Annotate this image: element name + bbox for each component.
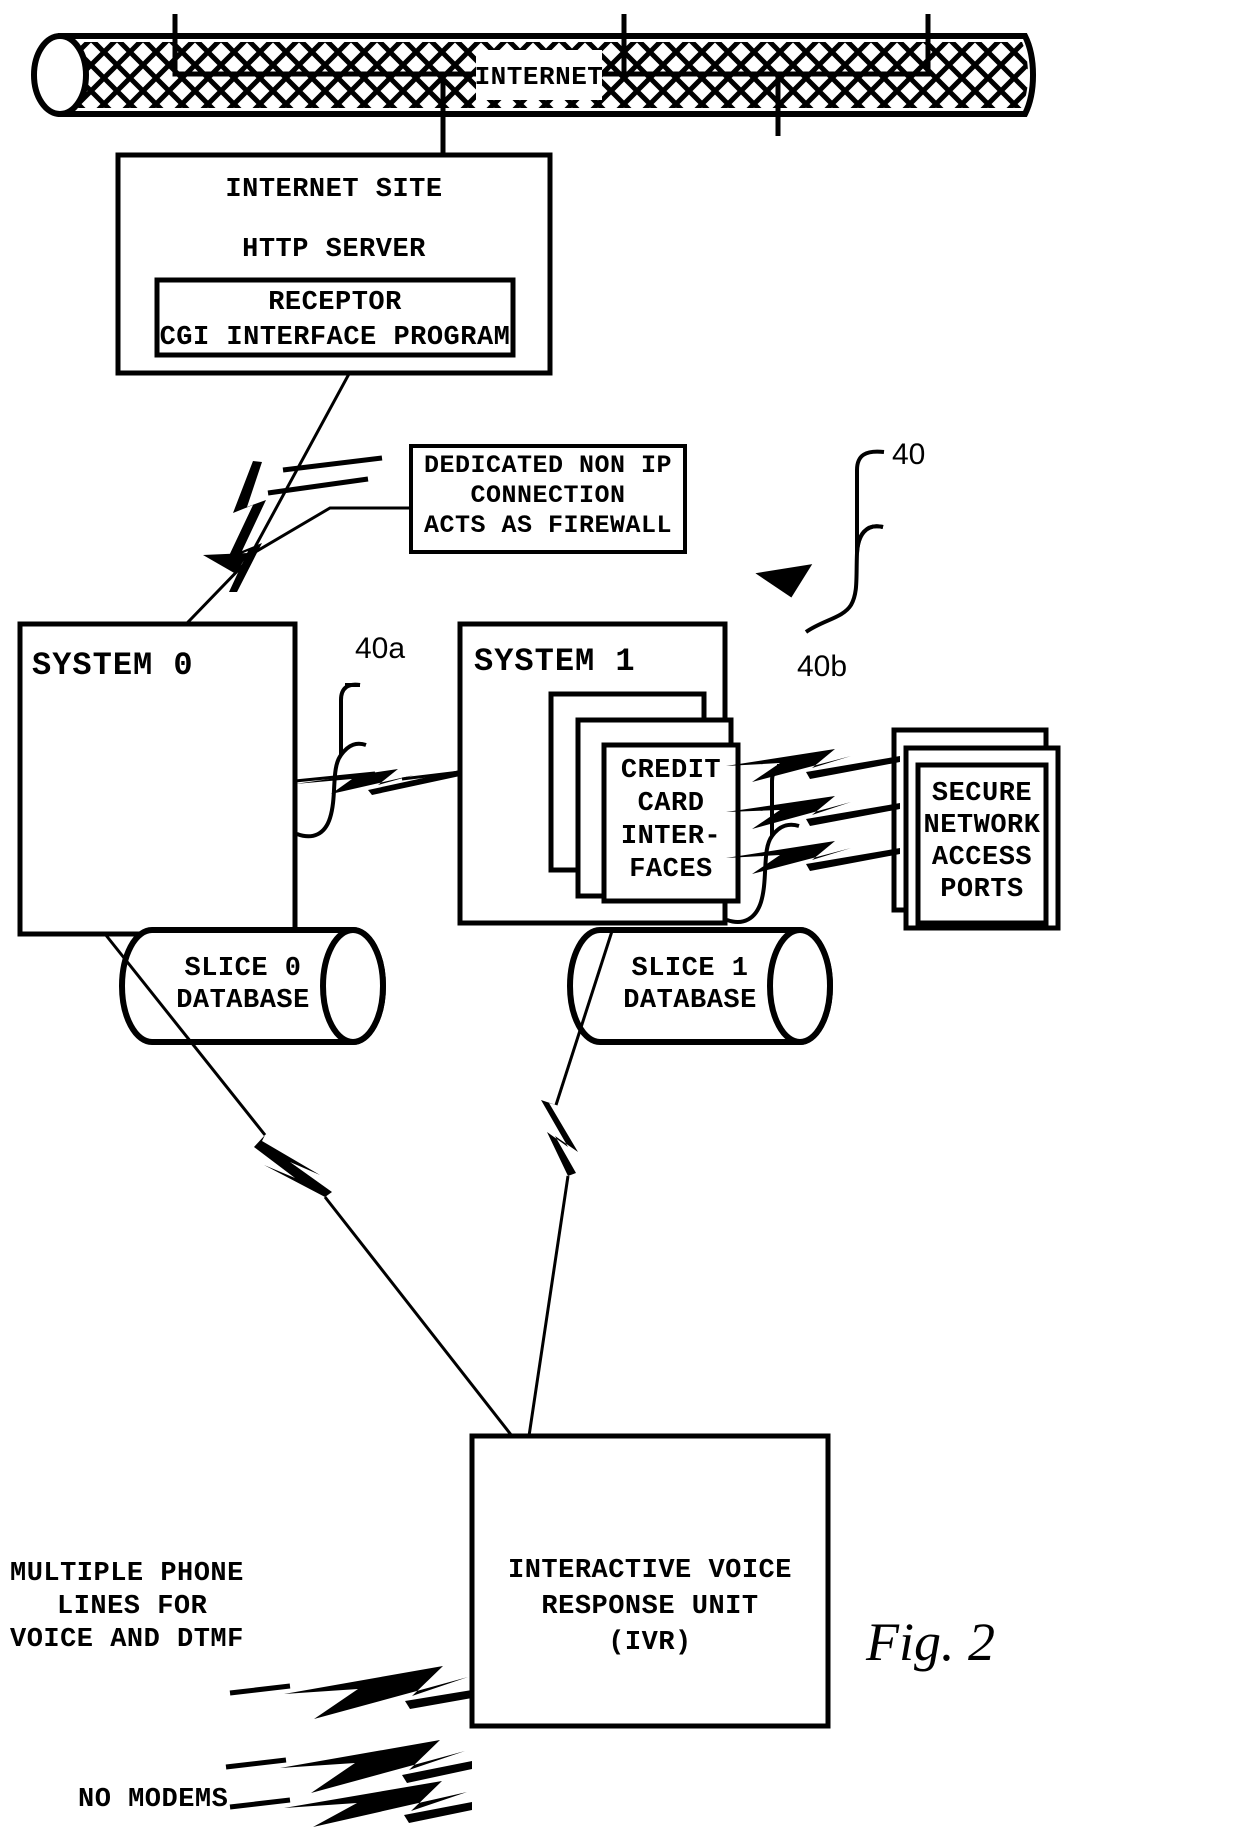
ref-40b-callout: 40b [726,650,847,924]
secure-ports-line3: ACCESS [932,843,1032,873]
firewall-note-line1: DEDICATED NON IP [424,451,672,480]
ref-40-label: 40 [892,438,925,471]
link-credit-card-to-secure-ports [726,749,900,874]
ivr-line2: RESPONSE UNIT [541,1592,758,1622]
firewall-note-line3: ACTS AS FIREWALL [424,511,672,540]
phone-lines-line3: VOICE AND DTMF [10,1625,244,1655]
credit-card-line2: CARD [638,789,705,819]
ref-40-callout: 40 [755,438,925,634]
internet-site-node: INTERNET SITE HTTP SERVER RECEPTOR CGI I… [115,152,553,376]
internet-site-line2: HTTP SERVER [242,235,426,265]
ref-40b-label: 40b [797,650,847,683]
slice1-db-line2: DATABASE [623,986,757,1016]
phone-lines-line1: MULTIPLE PHONE [10,1559,244,1589]
phone-lines-annotation: MULTIPLE PHONE LINES FOR VOICE AND DTMF … [10,1559,244,1815]
no-modems-label: NO MODEMS [78,1785,228,1815]
patent-figure-2: INTERNET INTERNET SITE HTTP SERVER RECEP… [0,0,1240,1827]
internet-label-text: INTERNET [475,62,604,92]
slice1-db-right-cap [767,927,833,1045]
credit-card-line3: INTER- [621,822,721,852]
credit-card-line4: FACES [629,855,713,885]
ivr-line1: INTERACTIVE VOICE [508,1556,792,1586]
ref-40a-callout: 40a [296,632,405,839]
system1-title: SYSTEM 1 [474,643,636,680]
cgi-interface-program-label: CGI INTERFACE PROGRAM [160,323,511,353]
secure-ports-line1: SECURE [932,779,1032,809]
link-system0-system1 [294,769,461,795]
slice0-db-right-cap [320,927,386,1045]
system0-title: SYSTEM 0 [32,647,194,684]
link-server-to-system0 [161,371,383,650]
receptor-label: RECEPTOR [268,288,402,318]
slice1-db-line1: SLICE 1 [632,954,749,984]
system1-node: SYSTEM 1 CREDIT CARD INTER- FACES [457,621,741,926]
ivr-line3: (IVR) [608,1628,692,1658]
phone-lines-line2: LINES FOR [57,1592,208,1622]
figure-canvas: INTERNET INTERNET SITE HTTP SERVER RECEP… [10,14,1061,1827]
slice0-database-node: SLICE 0 DATABASE [119,927,386,1045]
secure-ports-line2: NETWORK [924,811,1041,841]
internet-site-line1: INTERNET SITE [225,175,442,205]
link-phone-lines-to-ivr [225,1666,472,1827]
system0-node: SYSTEM 0 [17,621,298,937]
slice1-database-node: SLICE 1 DATABASE [567,927,833,1045]
firewall-note-line2: CONNECTION [470,481,625,510]
secure-ports-line4: PORTS [940,875,1024,905]
credit-card-line1: CREDIT [621,756,721,786]
ivr-node: INTERACTIVE VOICE RESPONSE UNIT (IVR) [469,1433,831,1729]
ref-40a-label: 40a [355,632,405,665]
internet-label: INTERNET [475,50,604,100]
slice0-db-line1: SLICE 0 [185,954,302,984]
figure-label: Fig. 2 [865,1612,995,1672]
slice0-db-line2: DATABASE [176,986,310,1016]
secure-network-access-ports-node: SECURE NETWORK ACCESS PORTS [891,727,1061,931]
backbone-left-cap [31,33,89,117]
